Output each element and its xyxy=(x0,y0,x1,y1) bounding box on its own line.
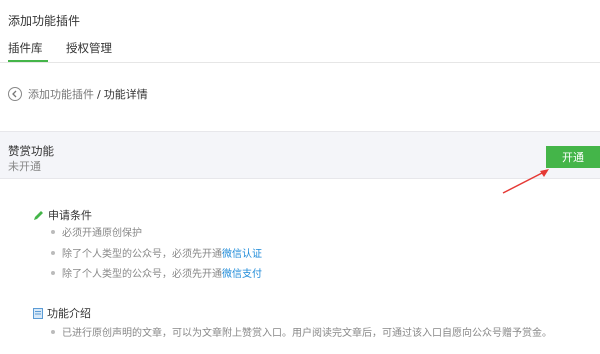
bullet-icon xyxy=(51,270,55,275)
tab-authorization-management[interactable]: 授权管理 xyxy=(66,40,112,56)
condition-item: 必须开通原创保护 xyxy=(51,224,142,239)
condition-text: 除了个人类型的公众号，必须先开通 xyxy=(62,269,222,280)
pencil-icon xyxy=(33,210,44,221)
tab-plugin-library[interactable]: 插件库 xyxy=(8,40,43,56)
conditions-heading: 申请条件 xyxy=(33,207,92,223)
intro-title: 功能介绍 xyxy=(47,307,91,320)
back-arrow-icon[interactable] xyxy=(8,87,22,101)
wechat-verify-link[interactable]: 微信认证 xyxy=(222,245,262,260)
bullet-icon xyxy=(51,250,55,255)
active-tab-indicator xyxy=(8,60,48,62)
condition-item: 除了个人类型的公众号，必须先开通 微信支付 xyxy=(51,265,262,280)
conditions-title: 申请条件 xyxy=(48,209,92,222)
breadcrumb-parent-link[interactable]: 添加功能插件 xyxy=(28,86,94,102)
breadcrumb-current: 功能详情 xyxy=(103,88,148,101)
feature-name: 赞赏功能 xyxy=(8,144,54,158)
intro-item: 已进行原创声明的文章，可以为文章附上赞赏入口。用户阅读完文章后，可通过该入口自愿… xyxy=(51,324,552,339)
wechat-pay-link[interactable]: 微信支付 xyxy=(222,265,262,280)
page-title: 添加功能插件 xyxy=(8,14,81,28)
open-button[interactable]: 开通 xyxy=(546,146,600,168)
intro-heading: 功能介绍 xyxy=(33,305,91,321)
bullet-icon xyxy=(51,229,55,234)
breadcrumb: 添加功能插件 / 功能详情 xyxy=(8,85,148,103)
condition-text: 除了个人类型的公众号，必须先开通 xyxy=(62,249,222,260)
condition-item: 除了个人类型的公众号，必须先开通 微信认证 xyxy=(51,245,262,260)
feature-status: 未开通 xyxy=(8,160,41,173)
document-icon xyxy=(33,307,43,319)
tab-bar: 插件库 授权管理 xyxy=(0,36,600,63)
breadcrumb-separator: / xyxy=(97,87,101,101)
feature-summary-bar: 赞赏功能 未开通 开通 xyxy=(0,131,600,179)
bullet-icon xyxy=(51,329,55,334)
condition-text: 必须开通原创保护 xyxy=(62,228,142,239)
intro-text: 已进行原创声明的文章，可以为文章附上赞赏入口。用户阅读完文章后，可通过该入口自愿… xyxy=(62,328,552,339)
